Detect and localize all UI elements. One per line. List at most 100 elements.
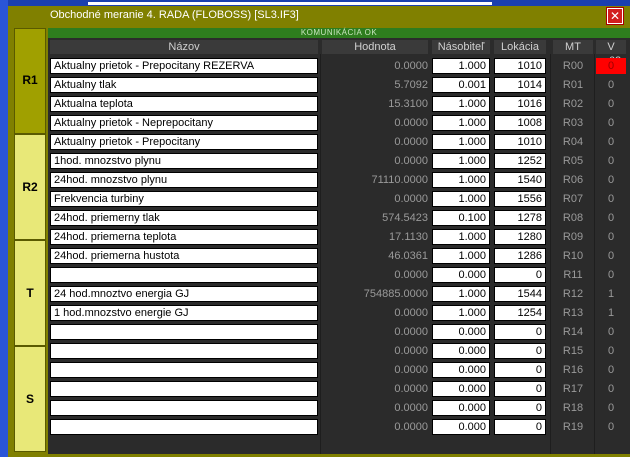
name-field[interactable] — [50, 324, 318, 340]
name-field[interactable]: 1 hod.mnozstvo energie GJ — [50, 305, 318, 321]
title-bar[interactable]: Obchodné meranie 4. RADA (FLOBOSS) [SL3.… — [8, 6, 630, 28]
name-field[interactable] — [50, 400, 318, 416]
close-button[interactable]: ✕ — [606, 7, 624, 25]
value-cell: 0.0000 — [394, 60, 428, 72]
location-field[interactable]: 1010 — [494, 134, 546, 150]
mt-cell: R01 — [562, 79, 584, 91]
v-cell: 0 — [607, 402, 615, 414]
location-field[interactable]: 0 — [494, 381, 546, 397]
table-row: 24hod. mnozstvo plynu 71110.0000 1.000 1540… — [48, 172, 630, 190]
multiplier-field[interactable]: 0.000 — [432, 419, 490, 435]
mt-cell: R10 — [562, 250, 584, 262]
multiplier-field[interactable]: 1.000 — [432, 58, 490, 74]
table-row: 1hod. mnozstvo plynu 0.0000 1.000 1252 R05 0 — [48, 153, 630, 171]
v-cell: 0 — [607, 117, 615, 129]
v-cell: 0 — [607, 326, 615, 338]
close-icon: ✕ — [608, 9, 622, 23]
table-row: Aktualna teplota 15.3100 1.000 1016 R02 0 — [48, 96, 630, 114]
multiplier-field[interactable]: 1.000 — [432, 305, 490, 321]
multiplier-field[interactable]: 1.000 — [432, 172, 490, 188]
name-field[interactable] — [50, 381, 318, 397]
name-field[interactable]: Aktualny prietok - Prepocitany REZERVA — [50, 58, 318, 74]
table-row: 24hod. priemerny tlak 574.5423 0.100 1278 R0… — [48, 210, 630, 228]
mt-cell: R18 — [562, 402, 584, 414]
table-row: 0.0000 0.000 0 R17 0 — [48, 381, 630, 399]
multiplier-field[interactable]: 1.000 — [432, 96, 490, 112]
multiplier-field[interactable]: 1.000 — [432, 115, 490, 131]
location-field[interactable]: 1016 — [494, 96, 546, 112]
v-cell: 0 — [607, 364, 615, 376]
location-field[interactable]: 1252 — [494, 153, 546, 169]
sidebar-item-label: S — [25, 392, 34, 406]
mt-cell: R19 — [562, 421, 584, 433]
location-field[interactable]: 1278 — [494, 210, 546, 226]
location-field[interactable]: 1010 — [494, 58, 546, 74]
name-field[interactable]: 24hod. priemerna teplota — [50, 229, 318, 245]
name-field[interactable]: 24hod. priemerny tlak — [50, 210, 318, 226]
location-field[interactable]: 0 — [494, 362, 546, 378]
taskbar-highlight — [88, 2, 492, 5]
sidebar-item-r2[interactable]: R2 — [14, 134, 46, 240]
multiplier-field[interactable]: 0.000 — [432, 267, 490, 283]
multiplier-field[interactable]: 0.001 — [432, 77, 490, 93]
name-field[interactable]: 1hod. mnozstvo plynu — [50, 153, 318, 169]
multiplier-field[interactable]: 1.000 — [432, 229, 490, 245]
location-field[interactable]: 1556 — [494, 191, 546, 207]
multiplier-field[interactable]: 0.000 — [432, 324, 490, 340]
location-field[interactable]: 0 — [494, 419, 546, 435]
value-cell: 15.3100 — [388, 98, 428, 110]
mt-cell: R09 — [562, 231, 584, 243]
mt-cell: R13 — [562, 307, 584, 319]
name-field[interactable] — [50, 343, 318, 359]
multiplier-field[interactable]: 1.000 — [432, 153, 490, 169]
location-field[interactable]: 0 — [494, 400, 546, 416]
sidebar-item-s[interactable]: S — [14, 346, 46, 452]
name-field[interactable]: Frekvencia turbiny — [50, 191, 318, 207]
location-field[interactable]: 1254 — [494, 305, 546, 321]
name-field[interactable] — [50, 362, 318, 378]
name-field[interactable]: Aktualny prietok - Prepocitany — [50, 134, 318, 150]
multiplier-field[interactable]: 1.000 — [432, 191, 490, 207]
name-field[interactable]: 24hod. priemerna hustota — [50, 248, 318, 264]
name-field[interactable]: Aktualny tlak — [50, 77, 318, 93]
multiplier-field[interactable]: 0.000 — [432, 343, 490, 359]
table-row: Aktualny prietok - Prepocitany 0.0000 1.00… — [48, 134, 630, 152]
location-field[interactable]: 1008 — [494, 115, 546, 131]
mt-cell: R17 — [562, 383, 584, 395]
name-field[interactable]: Aktualny prietok - Neprepocitany — [50, 115, 318, 131]
value-cell: 0.0000 — [394, 307, 428, 319]
name-field[interactable] — [50, 419, 318, 435]
location-field[interactable]: 0 — [494, 267, 546, 283]
name-field[interactable]: 24 hod.mnoztvo energia GJ — [50, 286, 318, 302]
location-field[interactable]: 1540 — [494, 172, 546, 188]
v-cell: 0 — [607, 212, 615, 224]
sidebar-item-label: R1 — [22, 73, 38, 87]
v-cell: 0 — [607, 193, 615, 205]
multiplier-field[interactable]: 1.000 — [432, 248, 490, 264]
mt-cell: R16 — [562, 364, 584, 376]
sidebar-item-label: T — [26, 286, 34, 300]
multiplier-field[interactable]: 1.000 — [432, 286, 490, 302]
location-field[interactable]: 1544 — [494, 286, 546, 302]
multiplier-field[interactable]: 1.000 — [432, 134, 490, 150]
name-field[interactable]: Aktualna teplota — [50, 96, 318, 112]
multiplier-field[interactable]: 0.000 — [432, 381, 490, 397]
sidebar-item-r1[interactable]: R1 — [14, 28, 46, 134]
v-cell: 0 — [607, 250, 615, 262]
sidebar-item-t[interactable]: T — [14, 240, 46, 346]
location-field[interactable]: 1280 — [494, 229, 546, 245]
name-field[interactable]: 24hod. mnozstvo plynu — [50, 172, 318, 188]
value-cell: 0.0000 — [394, 326, 428, 338]
location-field[interactable]: 0 — [494, 343, 546, 359]
value-cell: 0.0000 — [394, 136, 428, 148]
multiplier-field[interactable]: 0.000 — [432, 400, 490, 416]
desktop-left-edge — [0, 0, 8, 457]
name-field[interactable] — [50, 267, 318, 283]
table-row: Aktualny tlak 5.7092 0.001 1014 R01 0 — [48, 77, 630, 95]
multiplier-field[interactable]: 0.100 — [432, 210, 490, 226]
location-field[interactable]: 0 — [494, 324, 546, 340]
value-cell: 17.1130 — [389, 231, 428, 243]
location-field[interactable]: 1286 — [494, 248, 546, 264]
multiplier-field[interactable]: 0.000 — [432, 362, 490, 378]
location-field[interactable]: 1014 — [494, 77, 546, 93]
